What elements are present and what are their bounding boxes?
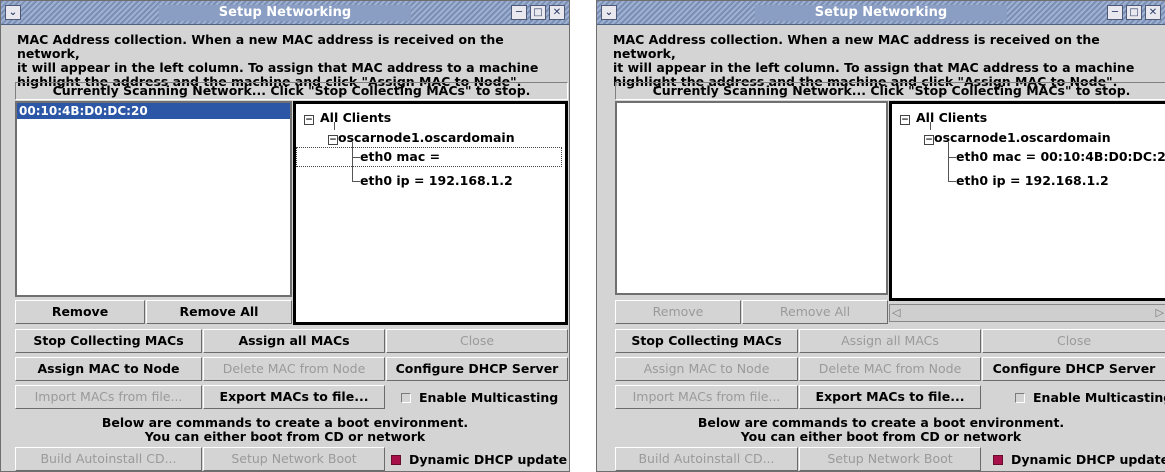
checkbox-box[interactable] xyxy=(391,455,401,465)
mac-list-item[interactable]: 00:10:4B:D0:DC:20 xyxy=(17,103,290,119)
tree-item-eth0-ip[interactable]: eth0 ip = 192.168.1.2 xyxy=(360,173,513,189)
export-macs-button[interactable]: Export MACs to file... xyxy=(203,385,385,409)
tree-connector xyxy=(352,157,360,158)
clients-tree[interactable]: − All Clients −oscarnode1.oscardomain eth… xyxy=(889,101,1165,301)
delete-mac-from-node-button[interactable]: Delete MAC from Node xyxy=(203,357,385,381)
tree-root-label: All Clients xyxy=(320,110,392,125)
boot-instructions: Below are commands to create a boot envi… xyxy=(697,415,1065,444)
configure-dhcp-server-button[interactable]: Configure DHCP Server xyxy=(386,357,568,381)
remove-all-button[interactable]: Remove All xyxy=(742,300,888,324)
collapse-box-icon[interactable]: − xyxy=(328,135,338,145)
stop-collecting-macs-button[interactable]: Stop Collecting MACs xyxy=(615,329,798,353)
checkbox-label: Enable Multicasting xyxy=(1033,390,1165,405)
mac-address-list[interactable]: 00:10:4B:D0:DC:20 xyxy=(15,101,292,297)
remove-all-button[interactable]: Remove All xyxy=(146,300,292,324)
scroll-left-icon[interactable]: ◁ xyxy=(892,306,900,319)
scan-status: Currently Scanning Network... Click "Sto… xyxy=(15,82,568,100)
checkbox-label: Enable Multicasting xyxy=(419,390,559,405)
checkbox-box[interactable] xyxy=(401,393,411,403)
scroll-right-icon[interactable]: ▷ xyxy=(1156,306,1164,319)
maximize-icon[interactable]: □ xyxy=(530,5,546,20)
tree-node-label: oscarnode1.oscardomain xyxy=(338,130,515,145)
remove-button[interactable]: Remove xyxy=(615,300,741,324)
setup-networking-window: ⌄ Setup Networking ─ □ ✕ MAC Address col… xyxy=(596,0,1165,472)
minimize-icon[interactable]: ─ xyxy=(1107,5,1123,20)
configure-dhcp-server-button[interactable]: Configure DHCP Server xyxy=(982,357,1165,381)
setup-networking-window: ⌄ Setup Networking ─ □ ✕ MAC Address col… xyxy=(0,0,570,472)
checkbox-label: Dynamic DHCP update xyxy=(409,452,568,467)
assign-mac-to-node-button[interactable]: Assign MAC to Node xyxy=(15,357,202,381)
chevron-down-icon[interactable]: ⌄ xyxy=(5,5,21,20)
instructions-text: MAC Address collection. When a new MAC a… xyxy=(613,32,1135,89)
window-title: Setup Networking xyxy=(754,5,1008,21)
collapse-box-icon[interactable]: − xyxy=(304,115,314,125)
tree-item-eth0-ip[interactable]: eth0 ip = 192.168.1.2 xyxy=(956,173,1109,189)
title-bar[interactable]: ⌄ Setup Networking ─ □ ✕ xyxy=(597,1,1165,25)
checkbox-box[interactable] xyxy=(1015,393,1025,403)
assign-all-macs-button[interactable]: Assign all MACs xyxy=(799,329,981,353)
window-title: Setup Networking xyxy=(158,5,412,21)
tree-connector xyxy=(948,181,956,182)
mac-address-list[interactable] xyxy=(615,101,888,295)
close-button[interactable]: Close xyxy=(386,329,568,353)
enable-multicasting-checkbox[interactable]: Enable Multicasting xyxy=(401,390,558,406)
tree-connector xyxy=(352,142,353,182)
export-macs-button[interactable]: Export MACs to file... xyxy=(799,385,981,409)
assign-all-macs-button[interactable]: Assign all MACs xyxy=(203,329,385,353)
import-macs-button[interactable]: Import MACs from file... xyxy=(615,385,798,409)
tree-connector xyxy=(930,122,931,130)
tree-node-oscarnode1[interactable]: −oscarnode1.oscardomain xyxy=(924,130,1111,146)
close-icon[interactable]: ✕ xyxy=(549,5,565,20)
minimize-icon[interactable]: ─ xyxy=(511,5,527,20)
enable-multicasting-checkbox[interactable]: Enable Multicasting xyxy=(1015,390,1165,406)
close-icon[interactable]: ✕ xyxy=(1145,5,1161,20)
tree-connector xyxy=(334,122,335,130)
remove-button[interactable]: Remove xyxy=(15,300,145,324)
maximize-icon[interactable]: □ xyxy=(1126,5,1142,20)
tree-node-oscarnode1[interactable]: −oscarnode1.oscardomain xyxy=(328,130,515,146)
tree-connector xyxy=(352,181,360,182)
delete-mac-from-node-button[interactable]: Delete MAC from Node xyxy=(799,357,981,381)
tree-connector xyxy=(948,157,956,158)
setup-network-boot-button[interactable]: Setup Network Boot xyxy=(203,447,385,471)
tree-connector xyxy=(948,142,949,182)
chevron-down-icon[interactable]: ⌄ xyxy=(601,5,617,20)
collapse-box-icon[interactable]: − xyxy=(900,115,910,125)
dynamic-dhcp-update-checkbox[interactable]: Dynamic DHCP update xyxy=(993,452,1165,468)
assign-mac-to-node-button[interactable]: Assign MAC to Node xyxy=(615,357,798,381)
clients-tree[interactable]: − All Clients −oscarnode1.oscardomain eth… xyxy=(293,101,568,325)
dynamic-dhcp-update-checkbox[interactable]: Dynamic DHCP update xyxy=(391,452,567,468)
tree-horizontal-scrollbar[interactable]: ◁ ▷ xyxy=(889,304,1165,322)
tree-item-eth0-mac[interactable]: eth0 mac = xyxy=(360,149,440,165)
build-autoinstall-cd-button[interactable]: Build Autoinstall CD... xyxy=(615,447,798,471)
tree-node-label: oscarnode1.oscardomain xyxy=(934,130,1111,145)
tree-root[interactable]: − All Clients xyxy=(304,110,391,126)
collapse-box-icon[interactable]: − xyxy=(924,135,934,145)
tree-root-label: All Clients xyxy=(916,110,988,125)
instructions-text: MAC Address collection. When a new MAC a… xyxy=(17,32,539,89)
tree-item-eth0-mac[interactable]: eth0 mac = 00:10:4B:D0:DC:20 xyxy=(956,149,1165,165)
boot-instructions: Below are commands to create a boot envi… xyxy=(101,415,469,444)
title-bar[interactable]: ⌄ Setup Networking ─ □ ✕ xyxy=(1,1,569,25)
import-macs-button[interactable]: Import MACs from file... xyxy=(15,385,202,409)
build-autoinstall-cd-button[interactable]: Build Autoinstall CD... xyxy=(15,447,202,471)
stop-collecting-macs-button[interactable]: Stop Collecting MACs xyxy=(15,329,202,353)
checkbox-box[interactable] xyxy=(993,455,1003,465)
close-button[interactable]: Close xyxy=(982,329,1165,353)
checkbox-label: Dynamic DHCP update xyxy=(1011,452,1165,467)
setup-network-boot-button[interactable]: Setup Network Boot xyxy=(799,447,981,471)
tree-root[interactable]: − All Clients xyxy=(900,110,987,126)
scan-status: Currently Scanning Network... Click "Sto… xyxy=(615,82,1165,100)
